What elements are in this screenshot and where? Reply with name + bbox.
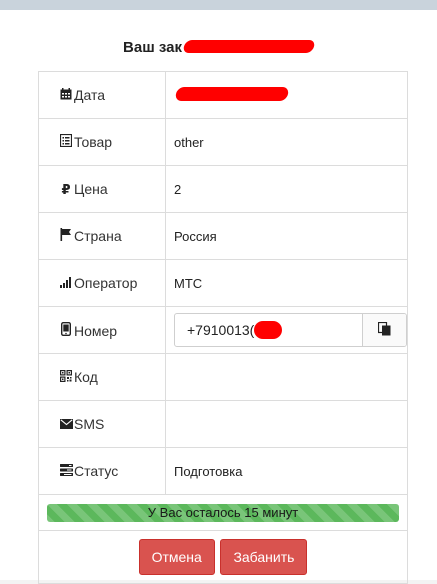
envelope-icon: [59, 417, 73, 432]
qrcode-icon: [59, 370, 73, 385]
row-sms: SMS: [38, 400, 408, 448]
label-country: Страна: [74, 228, 122, 244]
price-value: 2: [165, 165, 408, 213]
row-price: ₽ Цена 2: [38, 165, 408, 213]
label-code: Код: [74, 369, 98, 385]
order-title: Ваш зак: [0, 39, 437, 56]
label-date: Дата: [74, 87, 106, 103]
label-sms: SMS: [74, 416, 105, 432]
number-cell: +7910013(: [165, 306, 408, 354]
phone-input-group: +7910013(: [174, 313, 407, 347]
order-info-table: Дата Товар other ₽ Цена 2 Страна Россия …: [38, 71, 408, 584]
product-value: other: [165, 118, 408, 166]
label-cell: ₽ Цена: [38, 165, 166, 213]
row-progress: У Вас осталось 15 минут: [38, 494, 408, 531]
row-operator: Оператор МТС: [38, 259, 408, 307]
tasks-icon: [59, 464, 73, 479]
row-date: Дата: [38, 71, 408, 119]
row-actions: Отмена Забанить: [38, 530, 408, 584]
flag-icon: [59, 228, 73, 244]
calendar-icon: [59, 88, 73, 103]
label-cell: Дата: [38, 71, 166, 119]
label-cell: Страна: [38, 212, 166, 260]
cancel-button[interactable]: Отмена: [138, 539, 215, 575]
row-number: Номер +7910013(: [38, 306, 408, 354]
top-bar: [0, 0, 437, 10]
row-product: Товар other: [38, 118, 408, 166]
date-value: [165, 71, 408, 119]
label-price: Цена: [74, 180, 108, 197]
redaction-mark: [254, 321, 283, 339]
list-icon: [59, 133, 73, 150]
label-cell: SMS: [38, 400, 166, 448]
time-remaining-text: У Вас осталось 15 минут: [147, 504, 299, 520]
label-cell: Номер: [38, 306, 166, 354]
redaction-mark: [174, 87, 290, 101]
label-number: Номер: [74, 322, 118, 339]
actions-cell: Отмена Забанить: [38, 530, 408, 584]
ban-button[interactable]: Забанить: [220, 539, 308, 575]
sms-value: [165, 400, 408, 448]
time-progress-bar: У Вас осталось 15 минут: [47, 503, 399, 522]
country-value: Россия: [165, 212, 408, 260]
label-status: Статус: [74, 463, 119, 479]
row-status: Статус Подготовка: [38, 447, 408, 495]
label-product: Товар: [74, 134, 113, 150]
copy-button[interactable]: [362, 314, 406, 346]
copy-icon: [377, 321, 391, 339]
phone-icon: [59, 321, 73, 339]
label-cell: Оператор: [38, 259, 166, 307]
redaction-mark: [182, 40, 316, 53]
order-panel: Ваш зак Дата Товар other ₽ Цена 2 Страна…: [0, 10, 437, 584]
label-operator: Оператор: [74, 275, 138, 291]
status-value: Подготовка: [165, 447, 408, 495]
phone-field[interactable]: +7910013(: [175, 314, 362, 346]
code-value: [165, 353, 408, 401]
signal-icon: [59, 276, 73, 291]
row-country: Страна Россия: [38, 212, 408, 260]
label-cell: Статус: [38, 447, 166, 495]
ruble-icon: ₽: [61, 181, 71, 197]
row-code: Код: [38, 353, 408, 401]
phone-value: +7910013(: [187, 322, 255, 338]
order-title-text: Ваш зак: [123, 39, 182, 56]
operator-value: МТС: [165, 259, 408, 307]
progress-cell: У Вас осталось 15 минут: [38, 494, 408, 531]
label-cell: Код: [38, 353, 166, 401]
label-cell: Товар: [38, 118, 166, 166]
